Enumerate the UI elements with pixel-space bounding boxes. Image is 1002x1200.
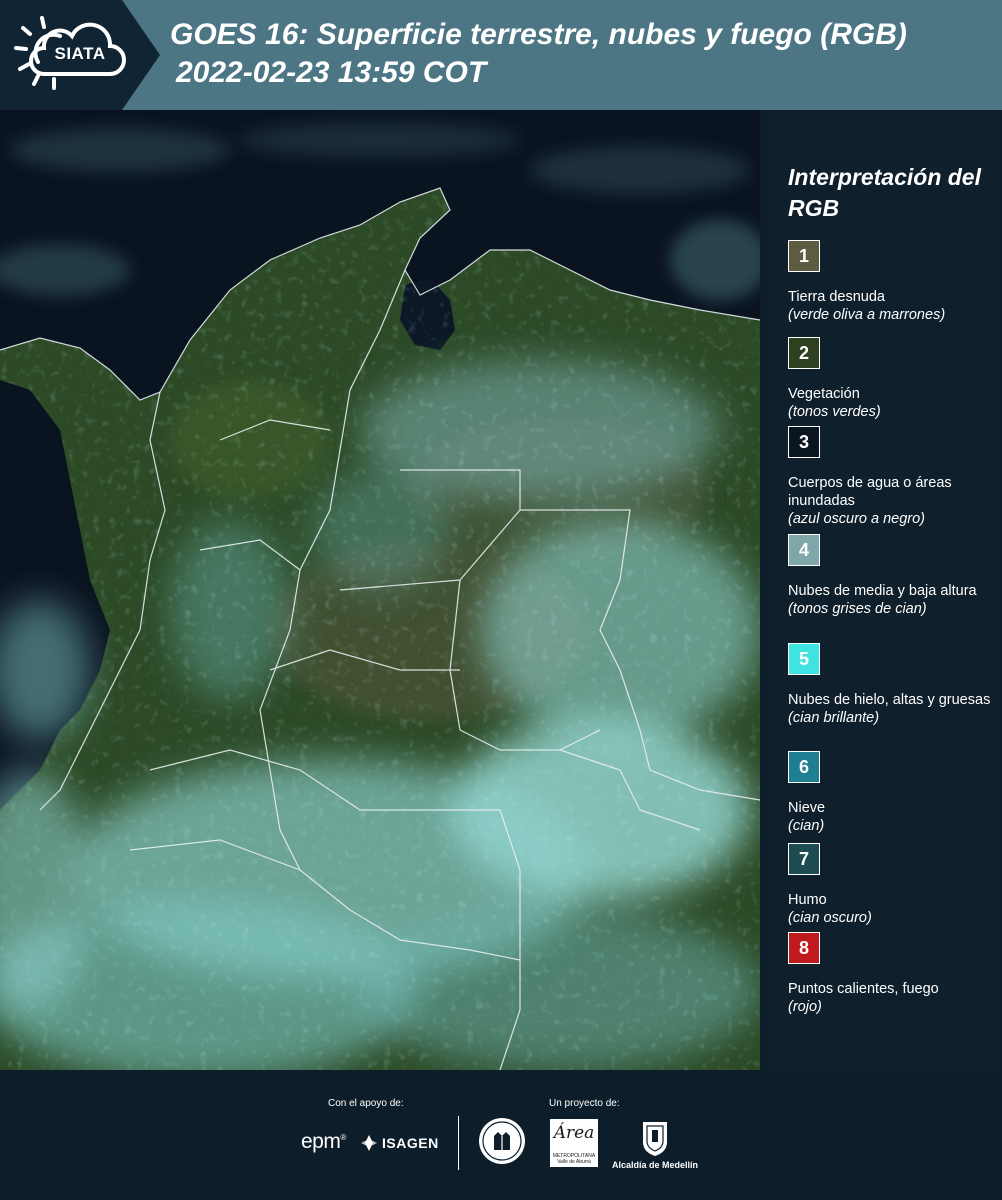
legend-item-description: (verde oliva a marrones)	[788, 307, 946, 323]
legend-swatch: 5	[788, 643, 820, 675]
legend-item-description: (rojo)	[788, 999, 822, 1015]
legend-swatch: 6	[788, 751, 820, 783]
legend-item-label: Vegetación	[788, 386, 860, 402]
legend-item-snow: 6 Nieve (cian)	[788, 751, 998, 836]
legend-item-description: (tonos grises de cian)	[788, 601, 927, 617]
footer: Con el apoyo de: Un proyecto de: epm® IS…	[0, 1070, 1002, 1200]
legend-item-label: Nubes de media y baja altura	[788, 583, 977, 599]
legend-swatch: 3	[788, 426, 820, 458]
legend-item-label: Tierra desnuda	[788, 289, 885, 305]
legend-item-description: (cian oscuro)	[788, 910, 872, 926]
legend-item-label: Cuerpos de agua o áreas inundadas	[788, 475, 952, 509]
legend-item-description: (azul oscuro a negro)	[788, 511, 926, 527]
epm-logo: epm®	[301, 1130, 346, 1154]
legend-swatch: 8	[788, 932, 820, 964]
legend-item-fire: 8 Puntos calientes, fuego (rojo)	[788, 932, 998, 1017]
page-datetime: 2022-02-23 13:59 COT	[176, 56, 487, 89]
epm-registered-mark: ®	[340, 1133, 346, 1142]
legend-item-description: (cian)	[788, 818, 825, 834]
legend-item-water: 3 Cuerpos de agua o áreas inundadas (azu…	[788, 426, 998, 529]
isagen-logo: ISAGEN	[382, 1135, 439, 1151]
legend-item-smoke: 7 Humo (cian oscuro)	[788, 843, 998, 928]
support-label: Con el apoyo de:	[328, 1098, 404, 1109]
legend-swatch: 7	[788, 843, 820, 875]
legend-swatch: 4	[788, 534, 820, 566]
epm-logo-text: epm	[301, 1130, 341, 1153]
legend-item-label: Humo	[788, 892, 827, 908]
legend-item-description: (tonos verdes)	[788, 404, 881, 420]
siata-logo-text: SIATA	[54, 44, 106, 63]
project-label: Un proyecto de:	[549, 1098, 620, 1109]
legend-item-vegetation: 2 Vegetación (tonos verdes)	[788, 337, 998, 422]
medellin-shield-icon	[643, 1122, 667, 1156]
legend-item-label: Puntos calientes, fuego	[788, 981, 939, 997]
satellite-map-graphic	[0, 110, 760, 1070]
area-metropolitana-logo: Área METROPOLITANA Valle de Aburrá	[550, 1119, 598, 1167]
legend-panel: Interpretación del RGB 1 Tierra desnuda …	[770, 110, 1000, 1070]
legend-item-description: (cian brillante)	[788, 710, 880, 726]
legend-item-label: Nieve	[788, 800, 826, 816]
legend-item-label: Nubes de hielo, altas y gruesas	[788, 692, 991, 708]
legend-item-low-clouds: 4 Nubes de media y baja altura (tonos gr…	[788, 534, 998, 619]
siata-logo: SIATA	[0, 0, 160, 110]
footer-divider	[458, 1116, 459, 1170]
header: SIATA GOES 16: Superficie terrestre, nub…	[0, 0, 1002, 110]
legend-swatch: 1	[788, 240, 820, 272]
area-logo-text: Área	[553, 1123, 595, 1143]
legend-title: Interpretación del RGB	[788, 164, 981, 221]
page-title: GOES 16: Superficie terrestre, nubes y f…	[170, 18, 907, 51]
satellite-image	[0, 110, 760, 1070]
legend-item-bare-soil: 1 Tierra desnuda (verde oliva a marrones…	[788, 240, 998, 325]
gobernacion-seal-icon	[479, 1118, 525, 1164]
legend-item-ice-clouds: 5 Nubes de hielo, altas y gruesas (cian …	[788, 643, 998, 728]
area-logo-subtext: METROPOLITANA Valle de Aburrá	[552, 1153, 596, 1165]
legend-swatch: 2	[788, 337, 820, 369]
alcaldia-medellin-logo: Alcaldía de Medellín	[612, 1160, 699, 1170]
isagen-icon	[361, 1135, 377, 1151]
